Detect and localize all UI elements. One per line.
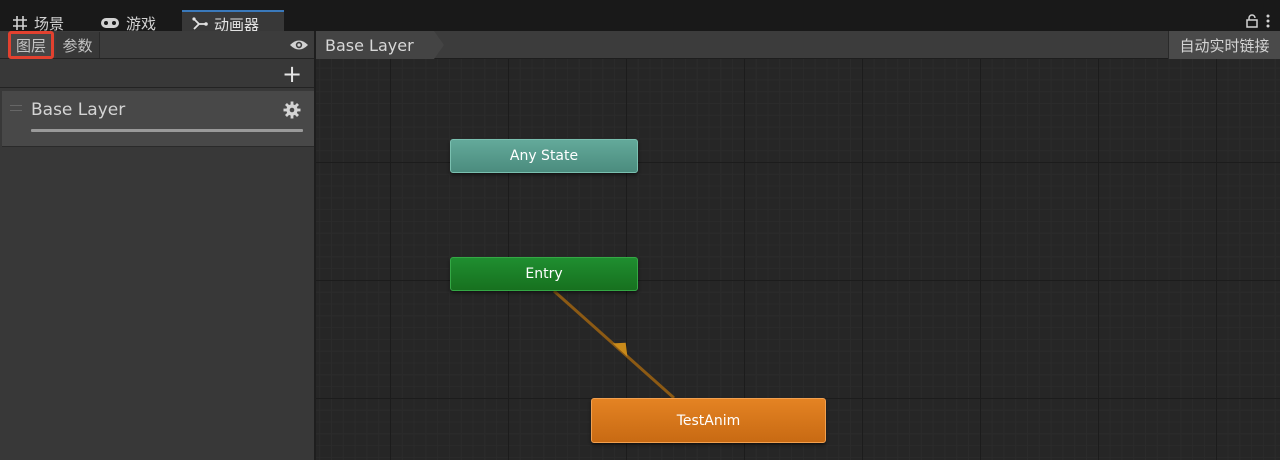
layers-panel: 图层 参数 + Base Layer xyxy=(0,31,316,460)
lock-icon[interactable] xyxy=(1246,13,1258,32)
grid-icon xyxy=(12,15,28,31)
window-tab-bar: 场景 游戏 动画器 xyxy=(0,0,1280,36)
animator-icon xyxy=(192,17,208,31)
auto-live-link-button[interactable]: 自动实时链接 xyxy=(1168,31,1280,59)
drag-handle-icon[interactable] xyxy=(10,105,22,111)
more-options-icon[interactable] xyxy=(1266,13,1270,32)
tab-layers[interactable]: 图层 xyxy=(8,31,54,59)
layer-weight-bar xyxy=(31,129,303,132)
breadcrumb-arrow xyxy=(434,31,444,59)
layer-name: Base Layer xyxy=(31,100,126,120)
state-machine-graph[interactable]: Any State Entry TestAnim xyxy=(316,59,1280,460)
breadcrumb-base-layer[interactable]: Base Layer xyxy=(316,31,434,59)
state-testanim[interactable]: TestAnim xyxy=(591,398,826,443)
layer-item[interactable]: Base Layer xyxy=(2,91,314,147)
tab-parameters[interactable]: 参数 xyxy=(56,32,100,58)
state-any-state[interactable]: Any State xyxy=(450,139,638,173)
add-layer-row: + xyxy=(0,60,314,88)
eye-icon[interactable] xyxy=(289,37,309,56)
gear-icon[interactable] xyxy=(283,101,301,123)
layers-empty-area xyxy=(2,148,314,460)
window-controls xyxy=(1246,13,1270,32)
gamepad-icon xyxy=(100,16,120,30)
state-entry[interactable]: Entry xyxy=(450,257,638,291)
layers-toolbar: 图层 参数 xyxy=(0,31,314,59)
add-layer-button[interactable]: + xyxy=(282,62,302,86)
graph-toolbar: Base Layer 自动实时链接 xyxy=(316,31,1280,59)
